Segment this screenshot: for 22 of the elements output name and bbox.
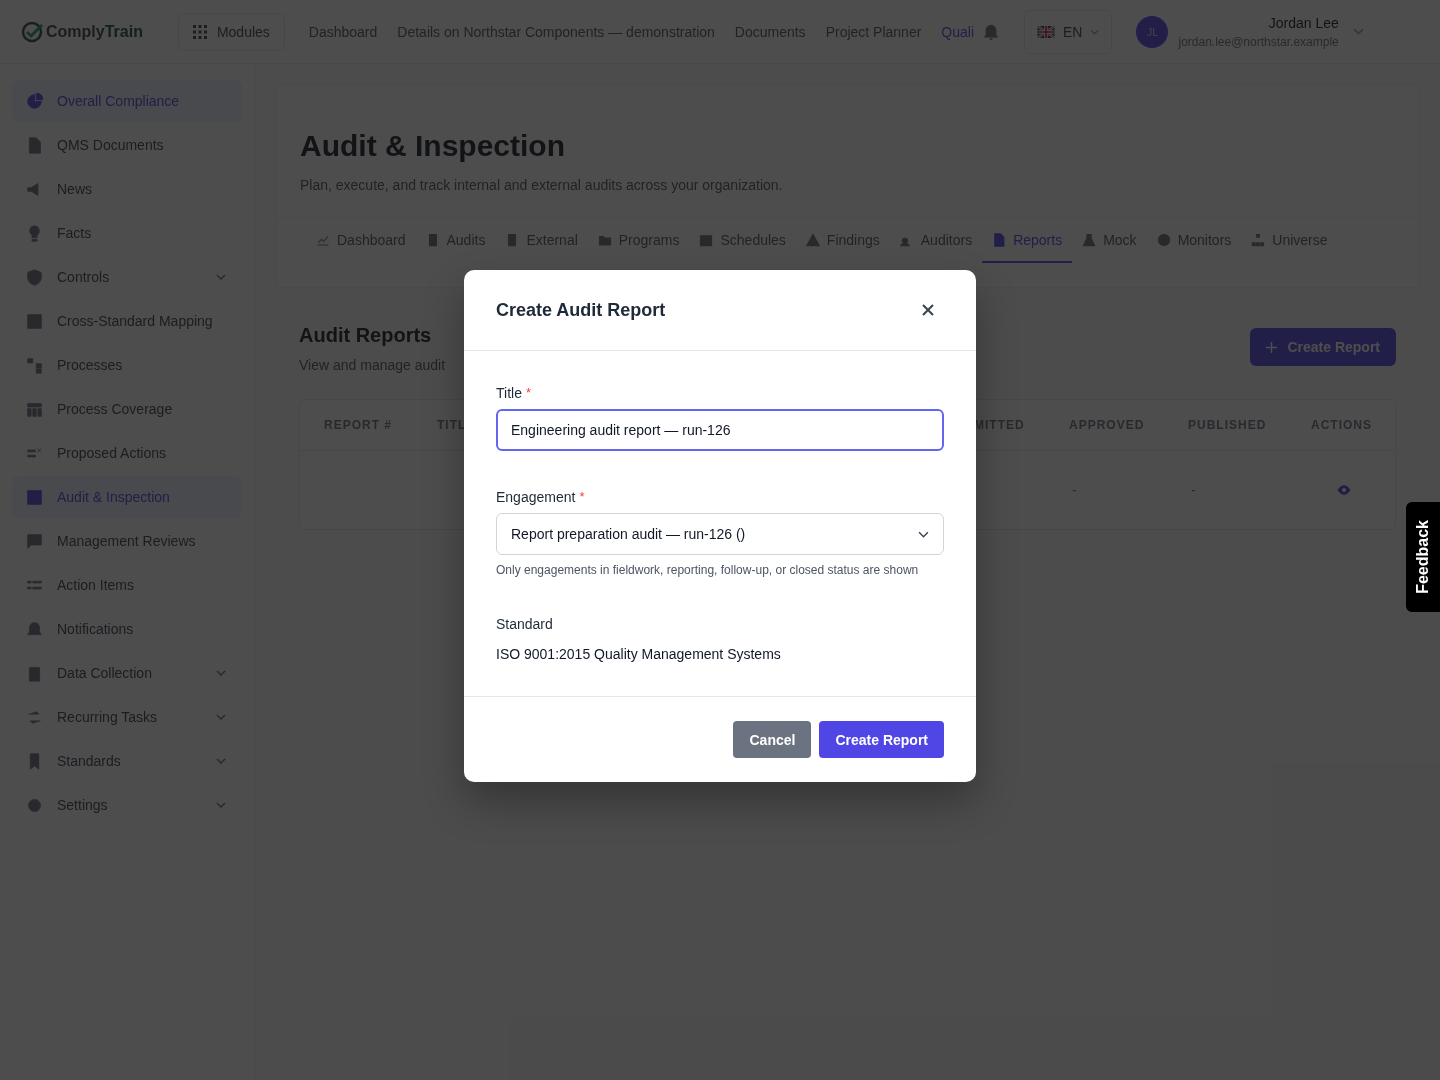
field-label: Engagement xyxy=(496,489,576,505)
page-title: Audit & Inspection xyxy=(300,129,566,163)
title-input[interactable]: Engineering audit report — run-126 xyxy=(496,409,944,451)
table-cell-text: - xyxy=(1190,482,1197,498)
dialog-title: Create Audit Report xyxy=(496,299,666,321)
table-cell-text: - xyxy=(1071,482,1078,498)
logo-text: Comply xyxy=(46,22,105,41)
create-report-button[interactable]: Create Report xyxy=(819,721,944,758)
user-name: Jordan Lee xyxy=(1268,14,1339,31)
standard-value: ISO 9001:2015 Quality Management Systems xyxy=(496,646,782,662)
required-mark: * xyxy=(579,489,585,505)
chevron-down-icon xyxy=(918,530,929,538)
required-mark: * xyxy=(525,385,531,401)
section-title: Audit Reports xyxy=(299,324,433,347)
field-label: Standard xyxy=(496,616,554,632)
cancel-button[interactable]: Cancel xyxy=(733,721,812,758)
feedback-tab[interactable]: Feedback xyxy=(1406,502,1440,612)
field-label: Title xyxy=(496,385,522,401)
logo-text: Train xyxy=(104,22,143,41)
engagement-select[interactable]: Report preparation audit — run-126 () xyxy=(496,513,944,555)
field-hint: Only engagements in fieldwork, reporting, follow-up, or closed status are shown xyxy=(496,562,920,579)
close-icon[interactable] xyxy=(922,304,934,316)
